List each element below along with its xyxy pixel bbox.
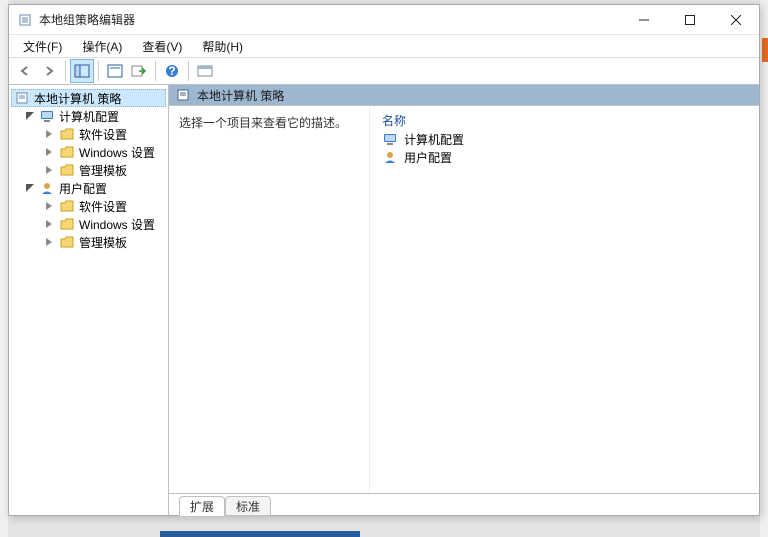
gpedit-window: 本地组策略编辑器 文件(F) 操作(A) 查看(V) 帮助(H) [8,4,760,516]
expander-icon[interactable] [45,237,55,247]
expander-icon[interactable] [45,201,55,211]
computer-icon [39,108,55,124]
tree-root-label: 本地计算机 策略 [34,90,121,107]
expander-icon[interactable] [45,129,55,139]
console-tree[interactable]: 本地计算机 策略 计算机配置 软件设置 Windows 设置 [9,85,169,515]
tree-label: Windows 设置 [79,216,155,233]
help-button[interactable]: ? [160,59,184,83]
tab-standard[interactable]: 标准 [225,496,271,516]
policy-icon [14,90,30,106]
tree-label: 计算机配置 [59,108,119,125]
filter-button[interactable] [193,59,217,83]
user-icon [382,149,398,165]
menu-help[interactable]: 帮助(H) [194,36,251,57]
tab-extended[interactable]: 扩展 [179,496,225,516]
tree-label: 用户配置 [59,180,107,197]
expander-icon[interactable] [45,165,55,175]
properties-button[interactable] [103,59,127,83]
column-name[interactable]: 名称 [378,112,410,129]
tree-windows-settings-1[interactable]: Windows 设置 [11,143,166,161]
svg-text:?: ? [168,64,175,78]
maximize-button[interactable] [667,5,713,35]
tree-label: 管理模板 [79,234,127,251]
tree-user-config[interactable]: 用户配置 [11,179,166,197]
list-item-label: 用户配置 [404,149,452,166]
folder-icon [59,234,75,250]
expander-icon[interactable] [25,111,35,121]
menu-view[interactable]: 查看(V) [134,36,190,57]
folder-icon [59,144,75,160]
policy-icon [175,87,191,103]
list-header[interactable]: 名称 [378,110,751,130]
tree-label: Windows 设置 [79,144,155,161]
tree-label: 软件设置 [79,198,127,215]
menu-file[interactable]: 文件(F) [15,36,70,57]
folder-icon [59,198,75,214]
toolbar: ? [9,57,759,85]
tree-root[interactable]: 本地计算机 策略 [11,89,166,107]
view-tabs: 扩展 标准 [169,493,759,515]
app-icon [17,12,33,28]
export-list-button[interactable] [127,59,151,83]
menubar: 文件(F) 操作(A) 查看(V) 帮助(H) [9,35,759,57]
tree-software-settings-2[interactable]: 软件设置 [11,197,166,215]
tree-admin-templates-1[interactable]: 管理模板 [11,161,166,179]
menu-action[interactable]: 操作(A) [74,36,130,57]
expander-icon[interactable] [45,219,55,229]
forward-button[interactable] [37,59,61,83]
show-hide-tree-button[interactable] [70,59,94,83]
computer-icon [382,131,398,147]
tree-admin-templates-2[interactable]: 管理模板 [11,233,166,251]
minimize-button[interactable] [621,5,667,35]
expander-icon[interactable] [45,147,55,157]
tree-label: 管理模板 [79,162,127,179]
list-item-user[interactable]: 用户配置 [378,148,751,166]
folder-icon [59,126,75,142]
description-pane: 选择一个项目来查看它的描述。 [169,106,369,493]
user-icon [39,180,55,196]
list-pane[interactable]: 名称 计算机配置 用户配置 [369,106,759,493]
content-header: 本地计算机 策略 [169,85,759,105]
expander-icon[interactable] [25,183,35,193]
folder-icon [59,162,75,178]
back-button[interactable] [13,59,37,83]
list-item-computer[interactable]: 计算机配置 [378,130,751,148]
folder-icon [59,216,75,232]
list-item-label: 计算机配置 [404,131,464,148]
content-header-title: 本地计算机 策略 [197,87,284,104]
tree-label: 软件设置 [79,126,127,143]
description-text: 选择一个项目来查看它的描述。 [179,116,347,130]
tree-computer-config[interactable]: 计算机配置 [11,107,166,125]
tree-software-settings-1[interactable]: 软件设置 [11,125,166,143]
window-title: 本地组策略编辑器 [39,11,135,28]
titlebar: 本地组策略编辑器 [9,5,759,35]
tree-windows-settings-2[interactable]: Windows 设置 [11,215,166,233]
close-button[interactable] [713,5,759,35]
